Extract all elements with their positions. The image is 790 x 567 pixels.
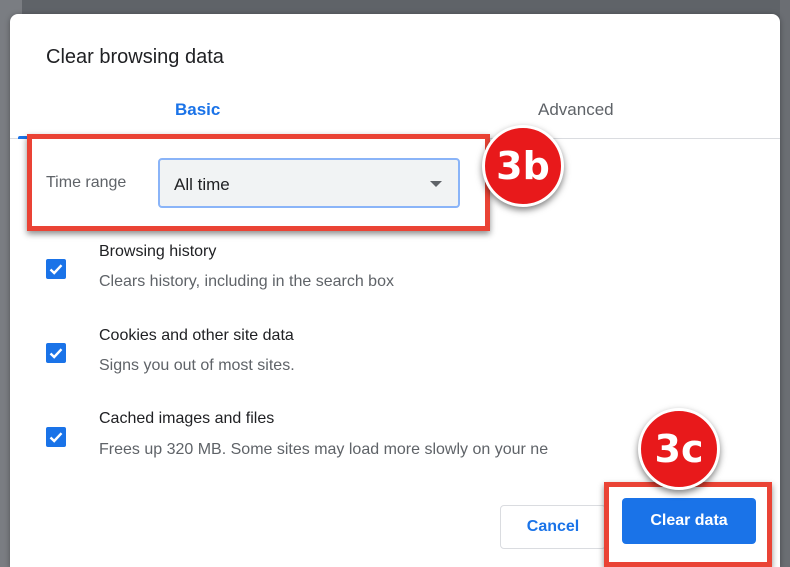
cached-images-title: Cached images and files <box>99 410 275 427</box>
step-3b-badge: 3b <box>482 125 564 207</box>
background-page-edge <box>780 0 790 567</box>
checkmark-icon <box>49 432 63 443</box>
step-3c-highlight <box>604 482 772 567</box>
tab-basic[interactable]: Basic <box>175 100 220 120</box>
browsing-history-title: Browsing history <box>99 243 217 260</box>
cookies-checkbox[interactable] <box>46 343 66 363</box>
dialog-title: Clear browsing data <box>46 46 224 68</box>
checkmark-icon <box>49 348 63 359</box>
browsing-history-checkbox[interactable] <box>46 259 66 279</box>
cancel-button[interactable]: Cancel <box>500 505 606 549</box>
clear-browsing-data-dialog: Clear browsing data Basic Advanced Time … <box>10 14 780 567</box>
step-3c-badge: 3c <box>638 408 720 490</box>
cookies-title: Cookies and other site data <box>99 327 294 344</box>
cookies-description: Signs you out of most sites. <box>99 357 295 374</box>
tab-advanced[interactable]: Advanced <box>538 100 614 120</box>
step-3b-highlight <box>27 134 490 231</box>
tab-bar: Basic Advanced <box>10 92 780 139</box>
cached-images-checkbox[interactable] <box>46 427 66 447</box>
checkmark-icon <box>49 264 63 275</box>
browsing-history-description: Clears history, including in the search … <box>99 273 394 290</box>
cached-images-description: Frees up 320 MB. Some sites may load mor… <box>99 441 549 458</box>
